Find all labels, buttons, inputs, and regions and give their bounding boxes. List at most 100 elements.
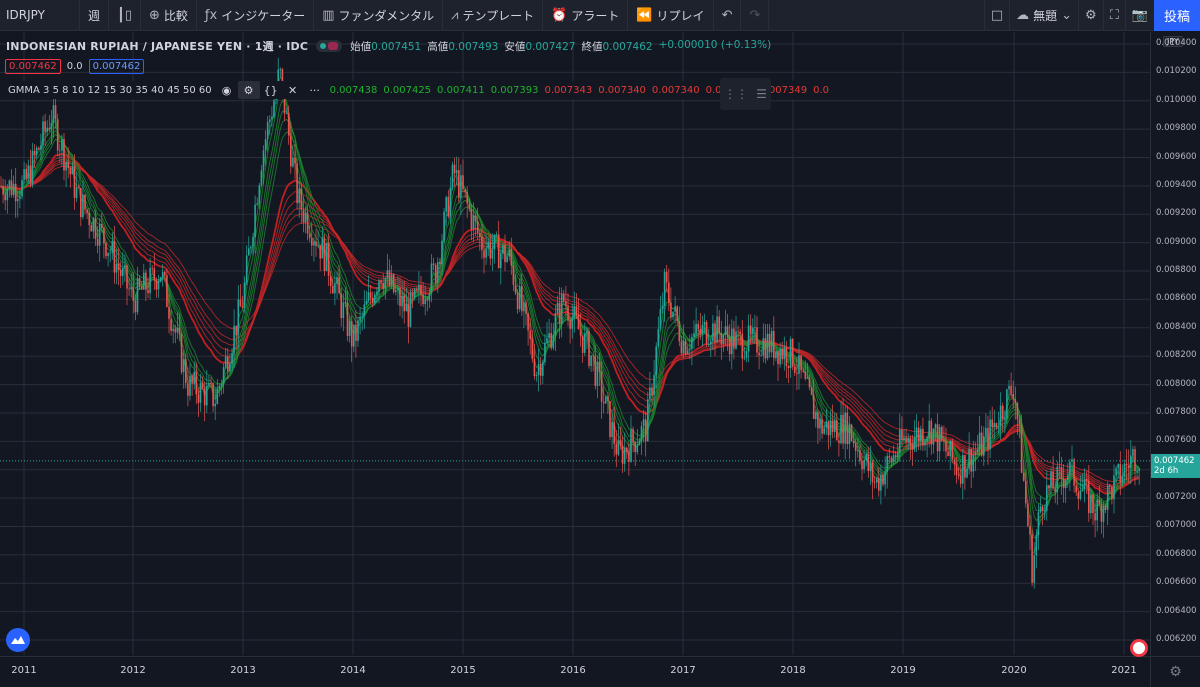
indicator-name[interactable]: GMMA 3 5 8 10 12 15 30 35 40 45 50 60 xyxy=(4,85,216,96)
axis-settings-button[interactable]: ⚙ xyxy=(1150,656,1200,687)
candle-body xyxy=(836,420,838,441)
fundamentals-button[interactable]: ▥ ファンダメンタル xyxy=(314,0,444,31)
candle-body xyxy=(245,255,248,283)
candle-body xyxy=(258,185,261,204)
candle-body xyxy=(462,175,464,190)
compare-button[interactable]: ⊕ 比較 xyxy=(141,0,197,31)
alert-button[interactable]: ⏰ アラート xyxy=(543,0,629,31)
price-tick-label: 0.008600 xyxy=(1156,293,1197,304)
candle-body xyxy=(287,113,290,136)
candle-body xyxy=(670,302,672,318)
candle-body xyxy=(710,341,712,344)
candle-body xyxy=(378,280,380,292)
candle-body xyxy=(422,294,424,305)
candle-body xyxy=(563,293,565,301)
list-icon[interactable]: ☰ xyxy=(756,87,767,101)
symbol-full-name: INDONESIAN RUPIAH / JAPANESE YEN xyxy=(6,40,243,53)
candle-body xyxy=(983,436,985,456)
layout-button[interactable]: □ xyxy=(983,0,1009,31)
candle-body xyxy=(1029,525,1031,535)
candle-body xyxy=(353,324,355,347)
cloud-save-button[interactable]: ☁ 無題 ⌄ xyxy=(1009,0,1078,31)
settings-button[interactable]: ⚙ xyxy=(1078,0,1103,31)
undo-button[interactable]: ↶ xyxy=(714,0,742,31)
candle-body xyxy=(348,321,351,337)
candle-body xyxy=(1092,494,1094,514)
market-status-badge[interactable] xyxy=(316,40,343,52)
templates-button[interactable]: ⩘ テンプレート xyxy=(443,0,544,31)
drag-handle-icon[interactable]: ⋮⋮ xyxy=(724,87,748,101)
candle-body xyxy=(785,346,788,366)
price-tick-label: 0.006400 xyxy=(1156,605,1197,616)
more-icon[interactable]: ··· xyxy=(304,81,326,99)
chart-type-button[interactable]: ┃▯ xyxy=(109,0,141,31)
price-tick-label: 0.007800 xyxy=(1156,406,1197,417)
fullscreen-button[interactable]: ⛶ xyxy=(1102,0,1125,31)
eye-icon[interactable]: ◉ xyxy=(216,81,238,99)
close-icon[interactable]: ✕ xyxy=(282,81,304,99)
candle-body xyxy=(1020,424,1023,473)
candle-body xyxy=(1037,512,1040,536)
candle-body xyxy=(239,299,242,307)
candle-body xyxy=(145,272,147,290)
candle-body xyxy=(313,241,315,246)
candle-body xyxy=(848,424,851,445)
publish-button[interactable]: 投稿 xyxy=(1154,0,1200,31)
candle-body xyxy=(978,432,981,450)
candle-body xyxy=(875,478,878,483)
candle-body xyxy=(250,246,252,249)
chart-pane[interactable] xyxy=(0,32,1150,655)
candle-body xyxy=(159,277,162,282)
candle-body xyxy=(119,270,122,276)
candle-body xyxy=(502,245,504,254)
candle-body xyxy=(932,428,935,445)
price-chart[interactable] xyxy=(0,32,1150,655)
bar-countdown: 2d 6h xyxy=(1154,465,1179,476)
template-icon: ⩘ xyxy=(451,7,459,23)
price-axis[interactable]: JPY 0.010400 0.010200 0.010000 0.009800 0.00… xyxy=(1150,32,1200,655)
candle-body xyxy=(315,241,317,247)
time-axis[interactable]: 2011 2012 2013 2014 2015 2016 2017 2018 2019 2020… xyxy=(0,656,1150,687)
logo-icon[interactable] xyxy=(6,628,30,652)
interval-label: 週 xyxy=(88,8,101,23)
buy-price-tag[interactable]: 0.007462 xyxy=(88,59,145,74)
candle-body xyxy=(1075,485,1077,493)
candle-body xyxy=(756,327,758,353)
candle-body xyxy=(911,444,914,450)
candle-body xyxy=(888,456,891,458)
candle-body xyxy=(976,449,979,452)
snapshot-button[interactable]: 📷 xyxy=(1124,0,1154,31)
candle-body xyxy=(596,361,599,386)
candle-body xyxy=(722,334,725,344)
candle-body xyxy=(1096,499,1098,521)
candle-body xyxy=(80,187,82,218)
candle-body xyxy=(621,445,624,464)
candle-body xyxy=(1090,494,1092,514)
candle-body xyxy=(806,377,809,379)
candle-body xyxy=(644,419,647,442)
replay-button[interactable]: ⏪ リプレイ xyxy=(628,0,714,31)
candle-body xyxy=(48,127,51,130)
candle-body xyxy=(252,237,254,247)
record-button[interactable] xyxy=(1130,639,1148,657)
candle-body xyxy=(31,150,34,184)
candle-body xyxy=(548,333,550,338)
source-code-icon[interactable]: {} xyxy=(260,81,282,99)
candle-body xyxy=(262,150,265,171)
candle-body xyxy=(980,432,983,456)
indicators-button[interactable]: ƒx インジケーター xyxy=(197,0,315,31)
candle-body xyxy=(997,426,1000,428)
alert-label: アラート xyxy=(571,8,620,23)
candle-body xyxy=(88,213,90,226)
candle-body xyxy=(338,277,340,294)
candle-body xyxy=(397,288,399,291)
sell-price-tag[interactable]: 0.007462 xyxy=(5,59,61,74)
symbol-search-button[interactable]: IDRJPY xyxy=(0,0,80,31)
redo-button[interactable]: ↷ xyxy=(741,0,770,31)
candle-body xyxy=(327,242,330,276)
object-tree-widget[interactable]: ⋮⋮ ☰ xyxy=(720,78,771,110)
interval-button[interactable]: 週 xyxy=(80,0,110,31)
symbol-title[interactable]: INDONESIAN RUPIAH / JAPANESE YEN · 1週 · … xyxy=(6,38,308,54)
candle-body xyxy=(231,353,233,364)
settings-gear-icon[interactable]: ⚙ xyxy=(237,81,260,99)
